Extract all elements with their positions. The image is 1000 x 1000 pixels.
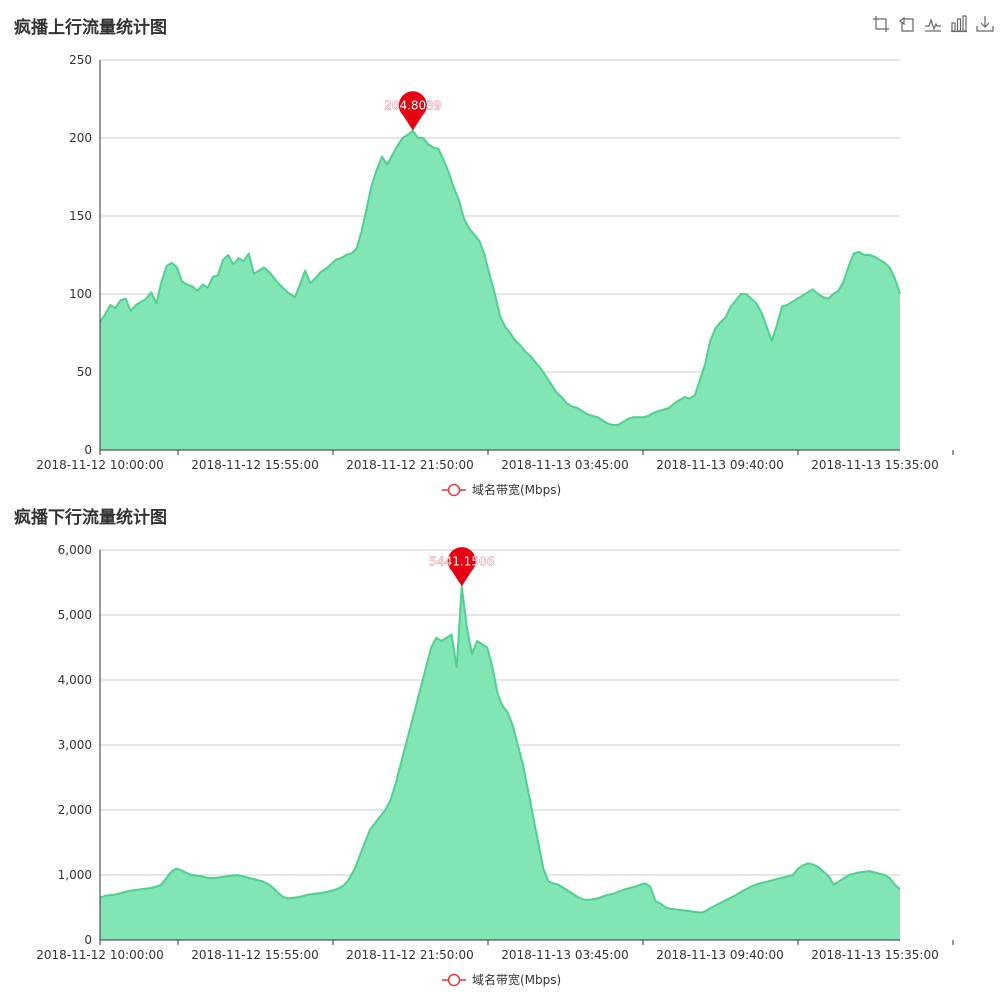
x-tick-label: 2018-11-13 09:40:00	[656, 458, 783, 472]
x-tick-label: 2018-11-13 09:40:00	[656, 948, 783, 962]
y-tick-label: 2,000	[58, 803, 92, 817]
x-tick-label: 2018-11-13 03:45:00	[501, 948, 628, 962]
y-tick-label: 4,000	[58, 673, 92, 687]
y-tick-label: 150	[69, 209, 92, 223]
y-tick-label: 200	[69, 131, 92, 145]
y-tick-label: 5,000	[58, 608, 92, 622]
max-mark-label: 5441.1506	[429, 554, 494, 568]
series-area	[100, 130, 900, 450]
legend-circle-icon	[447, 973, 461, 987]
x-tick-label: 2018-11-12 21:50:00	[346, 948, 473, 962]
series-area	[100, 586, 900, 940]
x-tick-label: 2018-11-12 10:00:00	[36, 458, 163, 472]
downstream-traffic-chart[interactable]: 0 1,000 2,000 3,000 4,000 5,000 6,000 2018-11-1…	[0, 490, 1000, 1000]
legend-item[interactable]: 域名带宽(Mbps)	[442, 972, 561, 987]
max-mark-label: 204.8039	[384, 99, 441, 113]
max-mark-point[interactable]: 204.8039	[384, 91, 442, 131]
y-tick-label: 1,000	[58, 868, 92, 882]
y-tick-label: 0	[84, 443, 92, 457]
y-tick-label: 100	[69, 287, 92, 301]
legend-label: 域名带宽(Mbps)	[472, 972, 561, 987]
y-tick-label: 6,000	[58, 543, 92, 557]
upstream-traffic-chart[interactable]: 0 50 100 150 200 250 2018-11-12 10:00:00 2018-1…	[0, 0, 1000, 500]
y-tick-label: 50	[77, 365, 92, 379]
x-tick-label: 2018-11-12 15:55:00	[191, 458, 318, 472]
x-tick-label: 2018-11-12 10:00:00	[36, 948, 163, 962]
x-tick-label: 2018-11-13 03:45:00	[501, 458, 628, 472]
x-tick-label: 2018-11-12 15:55:00	[191, 948, 318, 962]
y-tick-label: 250	[69, 53, 92, 67]
y-tick-label: 0	[84, 933, 92, 947]
x-tick-label: 2018-11-13 15:35:00	[811, 458, 938, 472]
y-tick-label: 3,000	[58, 738, 92, 752]
x-tick-label: 2018-11-12 21:50:00	[346, 458, 473, 472]
x-tick-label: 2018-11-13 15:35:00	[811, 948, 938, 962]
max-mark-point[interactable]: 5441.1506	[429, 547, 494, 587]
